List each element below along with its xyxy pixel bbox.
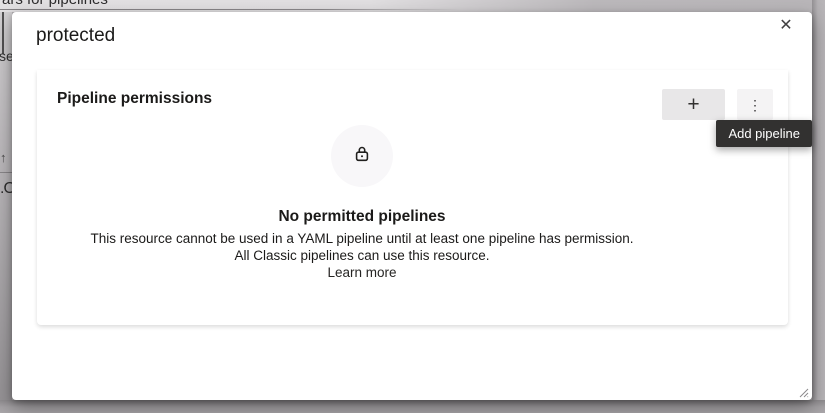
add-pipeline-button[interactable]: +: [662, 89, 725, 120]
resize-grip[interactable]: [797, 385, 809, 397]
background-page-left: se ↑ .O: [0, 12, 12, 413]
background-text-fragment: ↑: [0, 150, 7, 165]
empty-state-description-line1: This resource cannot be used in a YAML p…: [37, 230, 687, 247]
close-button[interactable]: ✕: [773, 13, 799, 39]
background-page-bottom: [0, 400, 825, 413]
empty-state: No permitted pipelines This resource can…: [37, 125, 687, 282]
background-page-top: ars for pipelines: [0, 0, 825, 12]
ellipsis-icon: ⋮: [748, 98, 762, 112]
pipeline-permissions-card: Pipeline permissions + ⋮ No permitted pi…: [37, 70, 788, 325]
add-pipeline-tooltip: Add pipeline: [716, 120, 812, 147]
close-icon: ✕: [779, 18, 792, 34]
background-page-right: [812, 0, 825, 413]
tooltip-label: Add pipeline: [728, 126, 800, 141]
lock-circle: [331, 125, 393, 187]
lock-icon: [353, 145, 371, 168]
dialog-title: protected: [36, 25, 115, 47]
plus-icon: +: [687, 94, 699, 115]
background-divider: [0, 172, 12, 173]
more-options-button[interactable]: ⋮: [737, 89, 773, 120]
background-text-fragment: .O: [0, 180, 12, 198]
background-partial-text: ars for pipelines: [2, 0, 108, 8]
background-text-fragment: se: [0, 48, 12, 64]
card-heading: Pipeline permissions: [57, 90, 212, 108]
background-divider: [0, 9, 460, 10]
pipeline-permissions-dialog: protected ✕ Pipeline permissions + ⋮: [12, 12, 812, 400]
learn-more-link[interactable]: Learn more: [327, 264, 396, 281]
empty-state-title: No permitted pipelines: [37, 208, 687, 226]
empty-state-description-line2: All Classic pipelines can use this resou…: [37, 247, 687, 264]
